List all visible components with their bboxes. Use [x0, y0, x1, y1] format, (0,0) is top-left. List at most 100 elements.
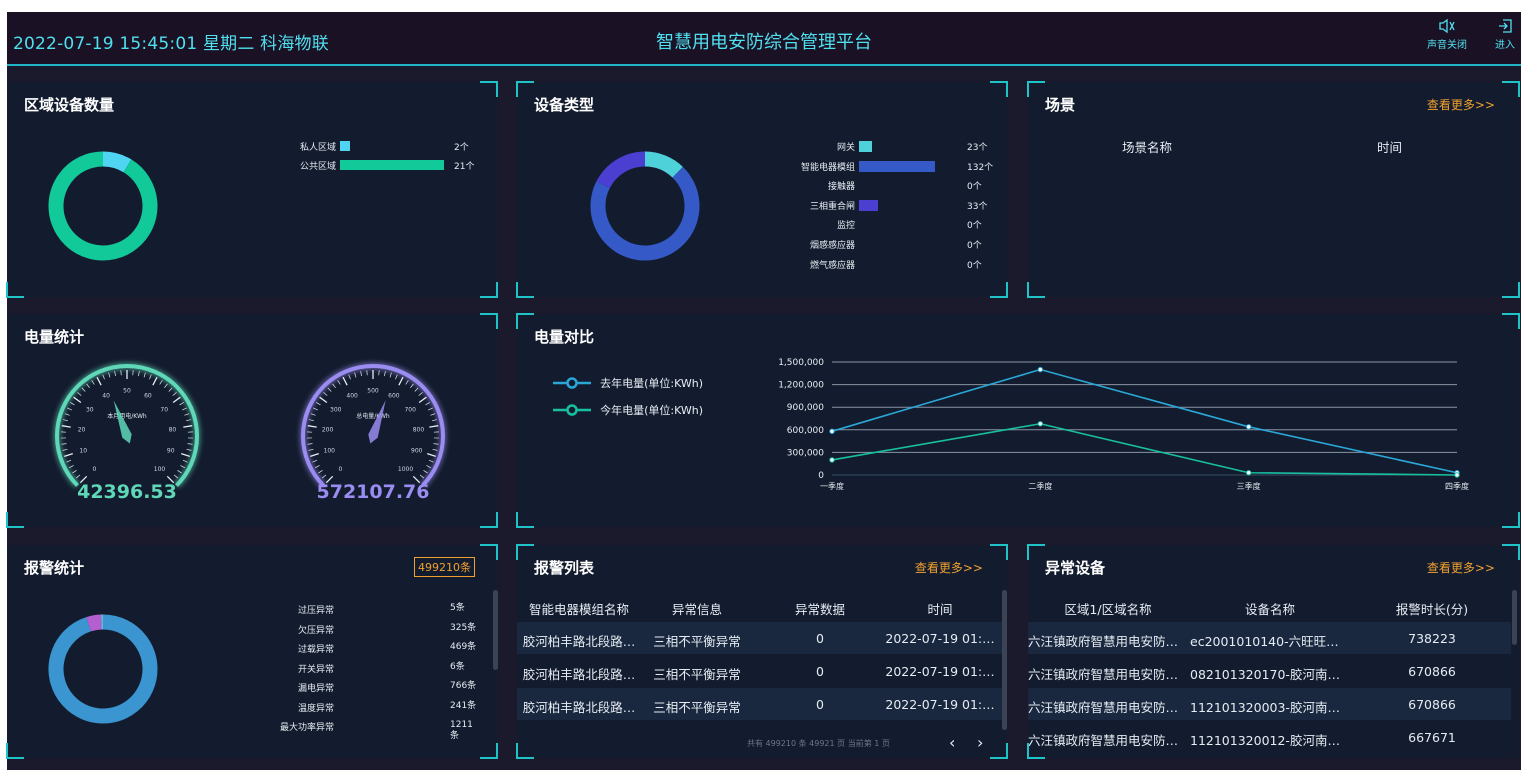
gauge-tick	[152, 376, 158, 386]
alarm-type-row[interactable]: 过载异常 469条	[7, 642, 497, 656]
region-bar-row[interactable]: 私人区域 2个	[7, 140, 497, 154]
gauge-tick	[180, 465, 186, 469]
alarm-table-scrollbar[interactable]	[1002, 590, 1007, 730]
alarm-type-row[interactable]: 过压异常 5条	[7, 603, 497, 617]
dashboard-frame: 2022-07-19 15:45:01 星期二 科海物联 智慧用电安防综合管理平…	[6, 12, 1521, 770]
alarm-table-header[interactable]: 智能电器模组名称	[519, 599, 639, 618]
gauge-tick	[168, 387, 173, 392]
enter-button[interactable]: 进入	[1489, 18, 1521, 51]
device-type-bar-row[interactable]: 燃气感应器 0个	[517, 258, 1007, 272]
alarm-type-row[interactable]: 最大功率异常 1211条	[7, 720, 497, 741]
gauge-tick	[114, 371, 116, 377]
abnormal-view-more-link[interactable]: 查看更多>>	[1427, 559, 1495, 576]
region-donut-slice[interactable]	[48, 151, 158, 261]
gauge-tick	[342, 376, 348, 386]
y-tick-label: 1,500,000	[778, 358, 824, 368]
alarm-list-view-more-link[interactable]: 查看更多>>	[915, 559, 983, 576]
alarm-type-row[interactable]: 开关异常 6条	[7, 662, 497, 676]
data-point[interactable]	[1245, 470, 1252, 476]
alarm-stat-scrollbar[interactable]	[493, 590, 498, 670]
scene-view-more-link[interactable]: 查看更多>>	[1427, 96, 1495, 113]
gauge-tick-label: 0	[93, 466, 97, 473]
gauge-tick	[418, 396, 427, 404]
device-type-bar-row[interactable]: 接触器 0个	[517, 179, 1007, 193]
alarm-table-header[interactable]: 时间	[880, 599, 1000, 618]
gauge-tick-label: 600	[388, 393, 400, 400]
gauge-tick	[318, 469, 323, 474]
gauge-tick	[308, 419, 315, 422]
alarm-stat-panel-title: 报警统计	[24, 559, 85, 577]
gauge-tick	[332, 383, 336, 389]
gauge-pointer	[368, 400, 386, 444]
gauge-tick	[96, 376, 102, 386]
gauge-tick	[64, 452, 73, 458]
device-type-bar	[859, 141, 873, 152]
alarm-type-row[interactable]: 欠压异常 325条	[7, 623, 497, 637]
alarm-type-label: 温度异常	[297, 703, 334, 714]
gauge-tick	[308, 448, 314, 451]
gauge-tick	[310, 452, 319, 458]
data-point[interactable]	[829, 457, 835, 463]
gauge-tick-label: 40	[102, 393, 110, 400]
alarm-table-header[interactable]: 异常数据	[760, 599, 880, 618]
gauge-tick	[102, 374, 105, 380]
gauge-tick-label: 100	[154, 466, 166, 473]
alarm-type-row[interactable]: 温度异常 241条	[7, 701, 497, 715]
device-type-bar-row[interactable]: 网关 23个	[517, 140, 1007, 154]
corner-decoration	[1027, 81, 1045, 97]
region-bar-label: 私人区域	[299, 143, 336, 153]
gauge-label: 本月用电/KWh	[107, 412, 147, 420]
data-point[interactable]	[1037, 366, 1044, 373]
gauge-tick-label: 20	[78, 426, 86, 433]
alarm-type-label: 最大功率异常	[279, 723, 334, 733]
device-type-bar-row[interactable]: 监控 0个	[517, 218, 1007, 232]
region-bar-label: 公共区域	[299, 162, 336, 172]
gauge-tick	[91, 380, 95, 385]
data-point[interactable]	[1245, 424, 1252, 430]
scene-panel: 场景 查看更多>> 场景名称 时间	[1027, 81, 1520, 298]
device-type-bar-row[interactable]: 烟感感应器 0个	[517, 238, 1007, 252]
region-bar-row[interactable]: 公共区域 21个	[7, 159, 497, 173]
abnormal-table-scrollbar[interactable]	[1512, 590, 1517, 645]
device-type-value: 23个	[967, 143, 988, 153]
alarm-type-row[interactable]: 漏电异常 766条	[7, 681, 497, 695]
device-type-bar	[859, 199, 878, 211]
legend-marker-icon	[553, 376, 591, 389]
x-tick-label: 一季度	[820, 481, 844, 491]
gauge-tick	[61, 443, 67, 445]
abnormal-table-header[interactable]: 设备名称	[1200, 599, 1340, 618]
device-type-label: 接触器	[827, 182, 855, 193]
legend-label: 去年电量(单位:KWh)	[600, 377, 704, 390]
device-type-value: 0个	[967, 182, 982, 193]
alarm-table-header[interactable]: 异常信息	[637, 599, 757, 618]
gauge-tick-label: 30	[86, 406, 94, 413]
next-page-button[interactable]: ›	[977, 733, 983, 752]
corner-decoration	[516, 743, 534, 759]
page-title: 智慧用电安防综合管理平台	[656, 32, 872, 53]
device-type-value: 132个	[967, 162, 994, 173]
data-point[interactable]	[829, 428, 835, 435]
gauge-label: 总电量/KWh	[356, 412, 390, 420]
region-bar-value: 2个	[454, 143, 469, 153]
alarm-type-value: 766条	[450, 681, 477, 691]
prev-page-button[interactable]: ‹	[949, 733, 955, 752]
device-type-bar-row[interactable]: 智能电器模组 132个	[517, 160, 1007, 174]
legend-item-last-year[interactable]: 去年电量(单位:KWh)	[553, 372, 703, 391]
gauge-tick	[182, 459, 188, 463]
device-type-bar-row[interactable]: 三相重合闸 33个	[517, 199, 1007, 213]
alarm-type-value: 325条	[450, 622, 477, 633]
alarm-type-label: 过载异常	[297, 645, 334, 655]
gauge-tick	[62, 419, 69, 422]
corner-decoration	[516, 313, 534, 329]
data-point[interactable]	[1454, 472, 1460, 478]
corner-decoration	[480, 81, 498, 97]
device-type-bar	[859, 160, 935, 172]
sound-toggle-button[interactable]: 声音关闭	[1417, 18, 1477, 51]
y-tick-label: 1,200,000	[778, 381, 824, 391]
data-point[interactable]	[1037, 421, 1044, 427]
abnormal-table-header[interactable]: 报警时长(分)	[1362, 599, 1502, 618]
gauge-tick-label: 70	[160, 406, 168, 413]
legend-item-this-year[interactable]: 今年电量(单位:KWh)	[553, 399, 703, 418]
gauge-tick	[433, 443, 439, 445]
abnormal-table-header[interactable]: 区域1/区域名称	[1038, 599, 1178, 618]
